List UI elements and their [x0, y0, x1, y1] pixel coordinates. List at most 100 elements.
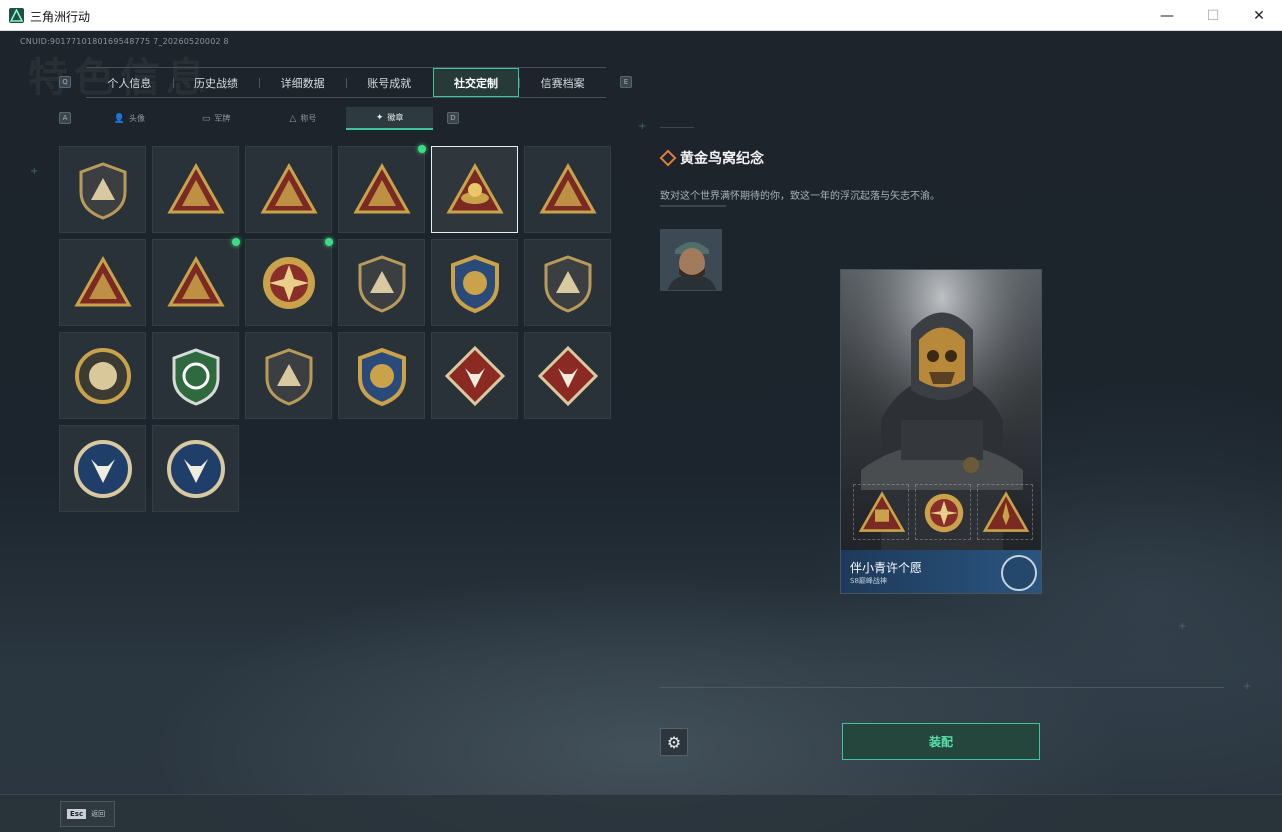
new-indicator-dot — [325, 238, 333, 246]
detail-divider — [660, 127, 694, 128]
star-compass-badge-icon — [924, 493, 964, 533]
wolf-diamond-badge-icon — [444, 345, 506, 407]
game-area: 特色信息 CNUID:9017710180169548775 7_2026052… — [0, 31, 1282, 832]
bottom-bar: Esc 返回 — [0, 794, 1282, 832]
badge-cell[interactable] — [431, 239, 518, 326]
badge-cell[interactable] — [431, 146, 518, 233]
shield-triangle-badge-icon — [79, 162, 127, 220]
star-compass-badge-icon — [263, 257, 315, 309]
rank-emblem-icon — [1001, 555, 1037, 591]
tab-social-custom[interactable]: 社交定制 — [432, 68, 520, 97]
wolf-circle-badge-2-icon — [167, 440, 225, 498]
badge-description: 致对这个世界满怀期待的你，致这一年的浮沉起落与矢志不渝。 — [660, 191, 940, 202]
soldier-portrait-icon — [661, 230, 721, 290]
rifle-shield-badge-icon — [265, 348, 313, 406]
subtab-label: 徽章 — [387, 113, 404, 122]
badge-cell[interactable] — [524, 146, 611, 233]
badge-cell[interactable] — [245, 238, 333, 326]
equipped-slot-1[interactable] — [853, 484, 909, 540]
card-nameplate: 伴小青许个愿 S8巅峰战神 — [841, 550, 1041, 593]
avatar[interactable] — [660, 229, 722, 291]
badge-cell[interactable] — [338, 145, 426, 233]
gear-icon: ⚙ — [666, 732, 682, 752]
panel-divider — [660, 687, 1224, 688]
badge-cell[interactable] — [59, 425, 146, 512]
minimize-button[interactable]: — — [1144, 0, 1190, 31]
window-titlebar: 三角洲行动 — ☐ ✕ — [0, 0, 1282, 31]
badge-cell[interactable] — [245, 146, 332, 233]
settings-button[interactable]: ⚙ — [660, 728, 688, 756]
tab-achievements[interactable]: 账号成就 — [345, 68, 433, 97]
detail-separator — [660, 205, 726, 207]
equipped-slot-2[interactable] — [915, 484, 971, 540]
badge-cell[interactable] — [338, 332, 425, 419]
soldiers-triangle-badge-icon — [74, 255, 132, 307]
uid-label: CNUID:9017710180169548775 7_20260520002 … — [20, 37, 229, 46]
subtab-next-key[interactable]: D — [447, 112, 459, 124]
badge-cell[interactable] — [338, 239, 425, 326]
s4-triangle-badge-icon — [260, 162, 318, 214]
badge-title: 黄金鸟窝纪念 — [680, 151, 764, 167]
main-tabs: 个人信息 历史战绩 详细数据 账号成就 社交定制 信赛档案 — [86, 67, 606, 98]
wolf-diamond-badge-2-icon — [537, 345, 599, 407]
subtab-prev-key[interactable]: A — [59, 112, 71, 124]
tab-personal-info[interactable]: 个人信息 — [86, 68, 173, 97]
subtab-label: 头像 — [128, 114, 145, 123]
new-indicator-dot — [418, 145, 426, 153]
window-title: 三角洲行动 — [30, 10, 91, 24]
close-button[interactable]: ✕ — [1236, 0, 1282, 31]
starred-shield-badge-icon — [451, 254, 499, 314]
badge-cell[interactable] — [152, 146, 239, 233]
subtab-label: 称号 — [300, 114, 317, 123]
equipped-slot-3[interactable] — [977, 484, 1033, 540]
new-indicator-dot — [232, 238, 240, 246]
badge-cell[interactable] — [59, 146, 146, 233]
back-button[interactable]: Esc 返回 — [60, 801, 115, 827]
badge-cell[interactable] — [524, 239, 611, 326]
subtab-dogtag[interactable]: ▭ 军牌 — [173, 107, 260, 130]
wolf-circle-badge-icon — [74, 440, 132, 498]
badge-cell[interactable] — [152, 332, 239, 419]
tab-label: 账号成就 — [367, 76, 412, 90]
dogtag-icon: ▭ — [201, 113, 211, 124]
rocket-triangle-badge-icon — [167, 255, 225, 307]
pearl-shell-badge-icon — [75, 348, 131, 404]
crosshair-deco-icon: + — [638, 121, 647, 132]
s4-triangle-badge-icon — [858, 491, 906, 532]
badge-cell[interactable] — [431, 332, 518, 419]
equipped-badge-row — [853, 484, 1033, 544]
maximize-button[interactable]: ☐ — [1190, 0, 1236, 31]
subtab-avatar[interactable]: 👤 头像 — [86, 107, 173, 130]
number-one-triangle-badge-icon — [539, 162, 597, 214]
shield-eagle-badge-icon — [358, 255, 406, 313]
crosshair-deco-icon: + — [1178, 621, 1187, 632]
tab-next-key[interactable]: E — [620, 76, 632, 88]
sub-tabs: 👤 头像 ▭ 军牌 △ 称号 ✦ 徽章 — [86, 107, 433, 130]
badge-cell[interactable] — [152, 238, 240, 326]
tab-label: 个人信息 — [107, 76, 152, 90]
blue-gold-crest-badge-icon — [358, 347, 406, 407]
back-label: 返回 — [91, 810, 106, 818]
rarity-diamond-icon — [659, 149, 677, 167]
diamond-shield-badge-icon — [544, 255, 592, 313]
badge-cell[interactable] — [152, 425, 239, 512]
equip-button[interactable]: 装配 — [842, 723, 1040, 760]
tab-label: 社交定制 — [453, 76, 498, 90]
subtab-title[interactable]: △ 称号 — [260, 107, 347, 130]
subtab-emblem[interactable]: ✦ 徽章 — [346, 107, 433, 130]
crosshair-deco-icon: + — [30, 166, 39, 177]
card-rank-label: S8巅峰战神 — [850, 577, 887, 585]
badge-cell[interactable] — [245, 332, 332, 419]
tab-history[interactable]: 历史战绩 — [172, 68, 260, 97]
golden-nest-badge-icon — [446, 162, 504, 214]
tab-detailed-data[interactable]: 详细数据 — [259, 68, 346, 97]
badge-cell[interactable] — [524, 332, 611, 419]
tab-records[interactable]: 信赛档案 — [519, 68, 606, 97]
badge-cell[interactable] — [59, 332, 146, 419]
tab-label: 信赛档案 — [540, 76, 585, 90]
badge-cell[interactable] — [59, 239, 146, 326]
emblem-icon: ✦ — [375, 112, 384, 123]
crosshair-deco-icon: + — [1243, 681, 1252, 692]
tab-prev-key[interactable]: Q — [59, 76, 71, 88]
profile-card-preview: 伴小青许个愿 S8巅峰战神 — [840, 269, 1042, 594]
